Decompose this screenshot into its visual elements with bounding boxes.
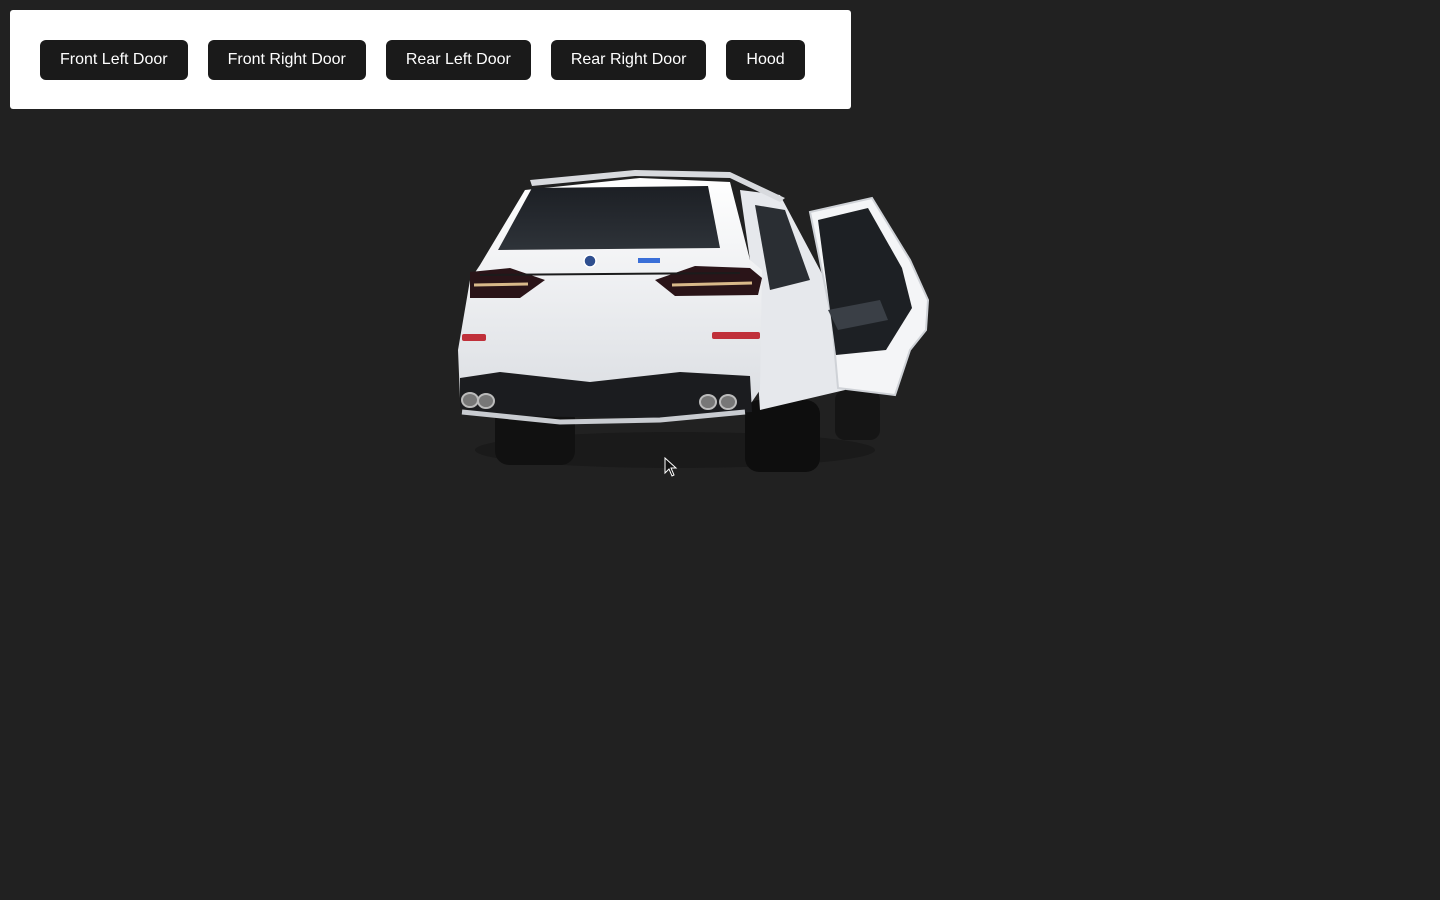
rear-left-door-button[interactable]: Rear Left Door [385,40,531,80]
right-reflector [712,332,760,339]
front-left-door-button[interactable]: Front Left Door [40,40,188,80]
hood-button[interactable]: Hood [726,40,805,80]
rear-right-wheel [745,400,820,472]
left-taillight-strip [473,282,529,287]
exhaust-left-2 [477,393,495,409]
app-stage: Front Left Door Front Right Door Rear Le… [0,0,1440,900]
rear-right-door-button[interactable]: Rear Right Door [550,40,707,80]
brand-emblem [583,254,597,268]
front-right-wheel [835,390,880,440]
door-control-panel: Front Left Door Front Right Door Rear Le… [10,10,851,109]
car-model [458,170,930,472]
right-taillight-strip [671,281,753,287]
front-right-door-button[interactable]: Front Right Door [207,40,366,80]
exhaust-right-2 [719,394,737,410]
mouse-pointer-icon [664,457,678,477]
left-reflector [462,334,486,341]
exhaust-right-1 [699,394,717,410]
exhaust-left-1 [461,392,479,408]
trim-badge [638,258,660,263]
3d-car-viewer[interactable] [440,150,960,490]
rear-windshield [498,186,720,250]
